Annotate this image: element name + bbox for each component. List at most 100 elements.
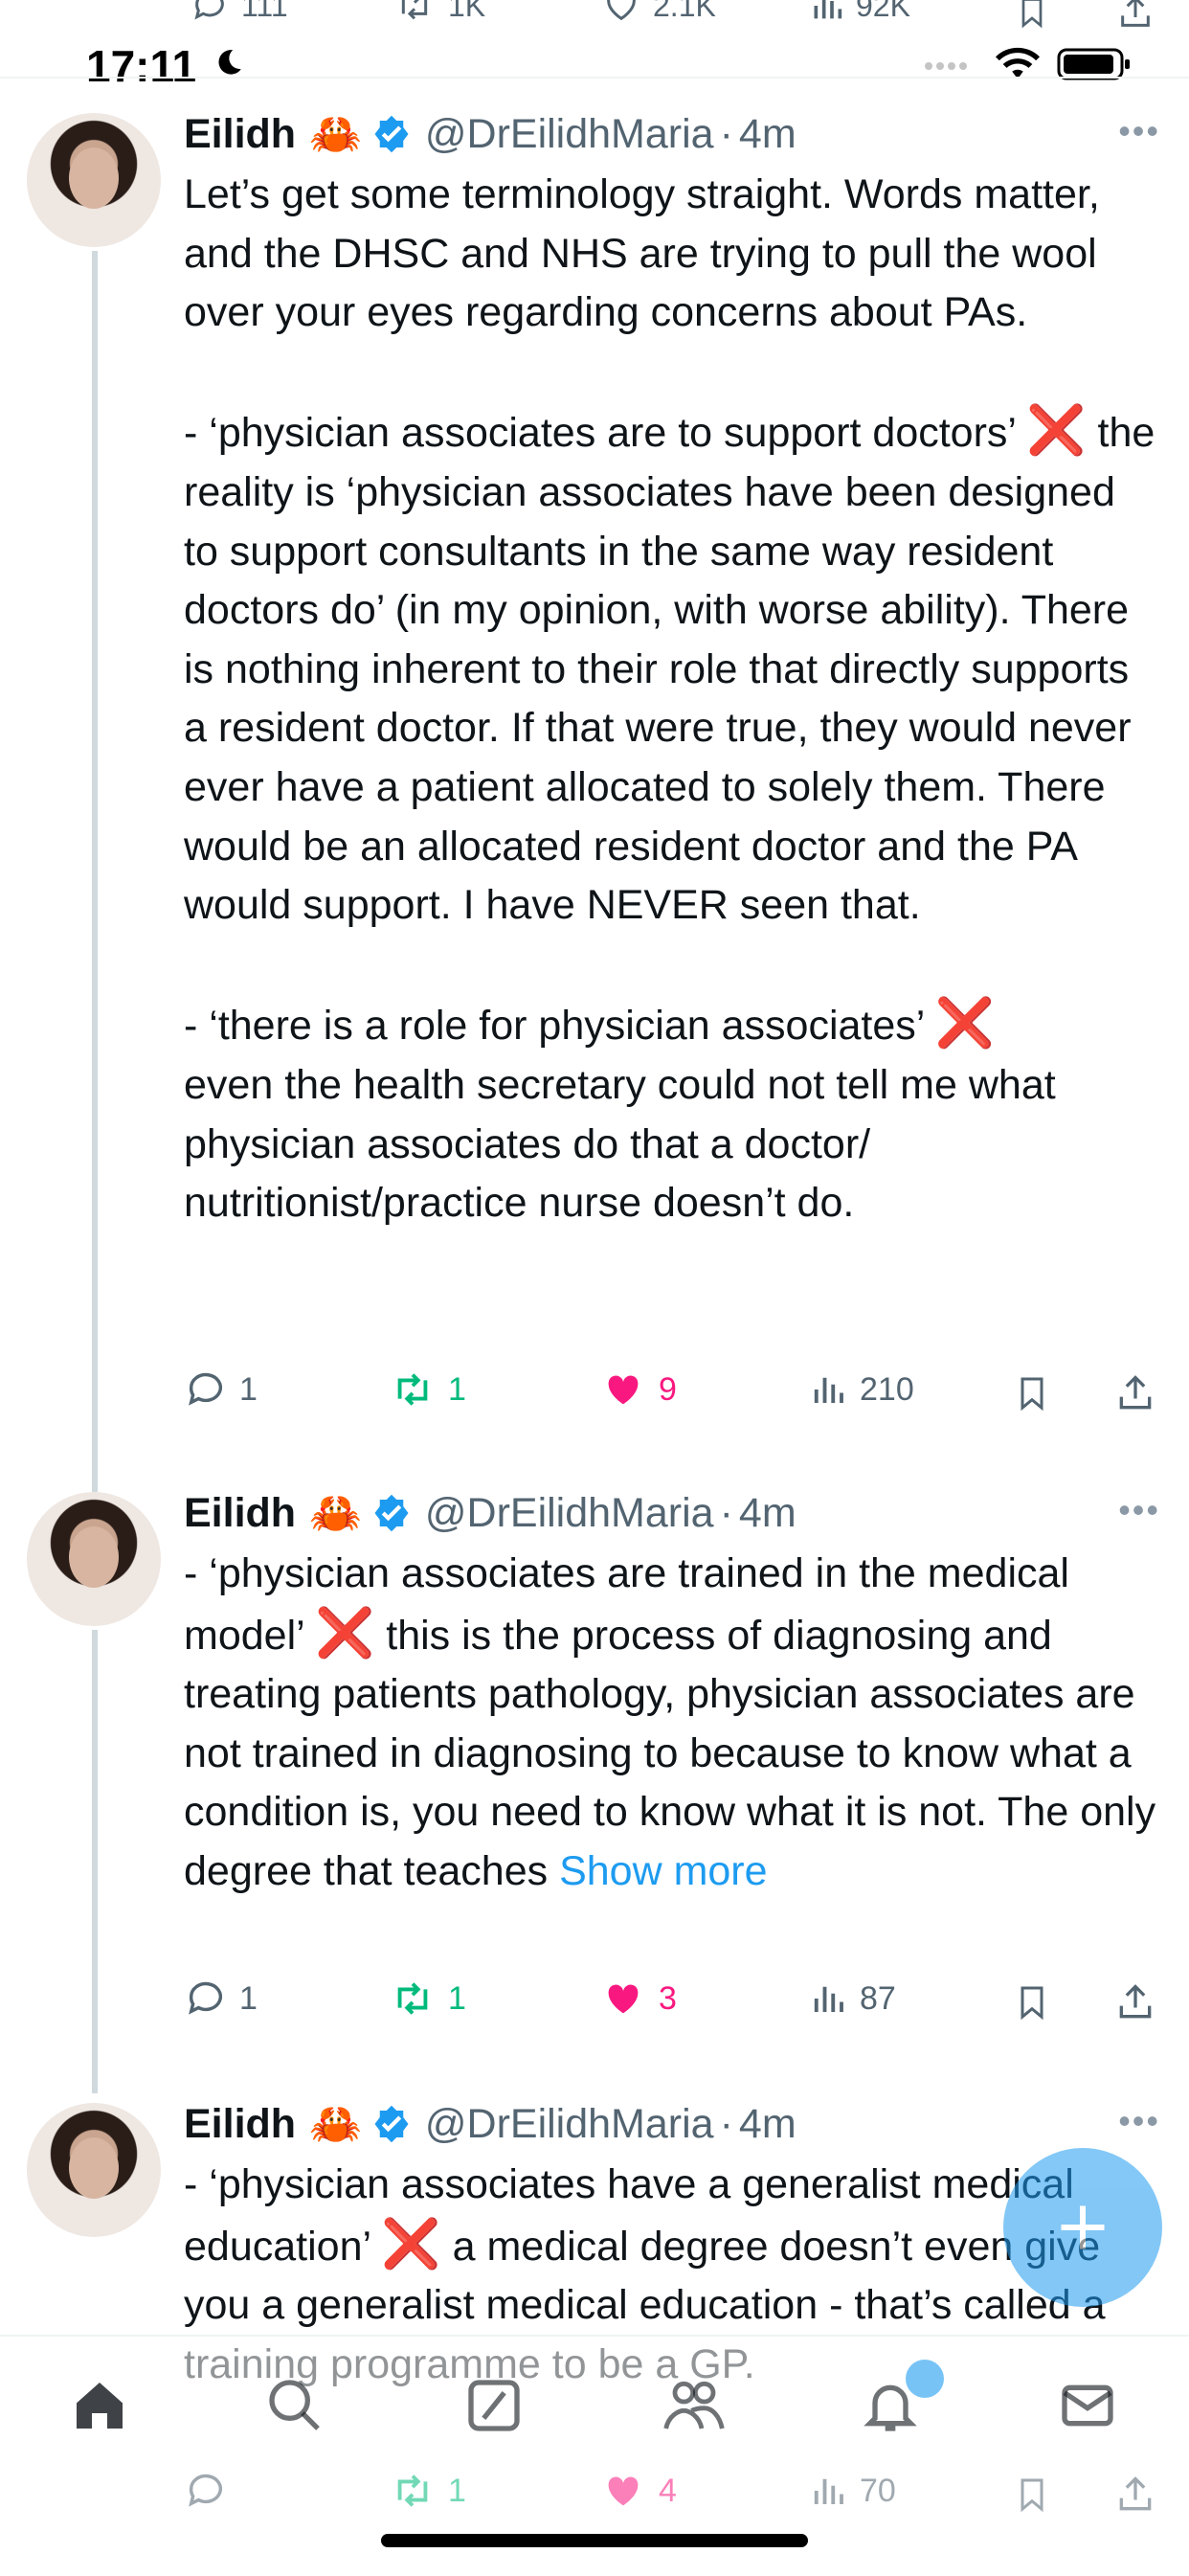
reply-icon [189, 1372, 223, 1406]
more-options-icon[interactable]: ••• [1118, 1490, 1160, 1530]
text-segment: even the health secretary could not tell… [184, 1061, 1056, 1227]
thread-line [92, 251, 98, 1492]
views-count: 70 [860, 2472, 896, 2509]
search-icon[interactable] [264, 2375, 325, 2436]
bookmark-icon[interactable] [1013, 1978, 1051, 2026]
crab-emoji: 🦀 [309, 111, 362, 158]
avatar[interactable] [27, 113, 161, 247]
views-button[interactable]: 210 [808, 1367, 914, 1412]
plus-icon [1061, 2205, 1105, 2249]
communities-icon[interactable] [661, 2375, 728, 2436]
verified-badge-icon [371, 2104, 412, 2144]
like-button[interactable]: 2.1K [599, 0, 716, 25]
notification-badge [906, 2360, 944, 2398]
retweet-icon [401, 0, 428, 20]
views-icon [814, 2478, 843, 2504]
tweet-text: - ‘physician associates are trained in t… [184, 1545, 1160, 1902]
like-count: 3 [659, 1979, 677, 2017]
cross-mark-emoji: ❌ [381, 2216, 441, 2271]
like-button[interactable]: 9 [599, 1367, 677, 1412]
tweet-actions: 1 1 3 87 [184, 1977, 1160, 2034]
retweet-button[interactable]: 1 [389, 2469, 466, 2513]
views-button[interactable]: 87 [808, 1977, 896, 2021]
status-time: 17:11 [86, 41, 197, 91]
verified-badge-icon [371, 114, 412, 154]
messages-icon[interactable] [1057, 2375, 1118, 2436]
reply-count: 111 [241, 0, 288, 23]
bookmark-icon[interactable] [1013, 1369, 1051, 1417]
retweet-icon [397, 1982, 428, 2015]
author-name[interactable]: Eilidh [184, 1490, 296, 1537]
retweet-button[interactable]: 1 [389, 1367, 466, 1412]
reply-count: 1 [239, 1979, 258, 2017]
views-count: 92K [856, 0, 910, 23]
retweet-count: 1 [448, 1979, 466, 2017]
more-options-icon[interactable]: ••• [1118, 2101, 1160, 2141]
views-button[interactable]: 92K [808, 0, 910, 25]
views-icon [814, 1377, 843, 1403]
retweet-icon [397, 1373, 428, 1406]
reply-button[interactable] [184, 2469, 239, 2513]
views-icon [814, 0, 842, 19]
retweet-count: 1K [448, 0, 486, 23]
crab-emoji: 🦀 [309, 1490, 362, 1537]
cross-mark-emoji: ❌ [934, 996, 995, 1051]
share-icon[interactable] [1114, 2471, 1156, 2519]
cellular-signal-icon [925, 62, 967, 70]
views-icon [814, 1986, 843, 2012]
author-handle[interactable]: @DrEilidhMaria [425, 111, 714, 158]
reply-button[interactable]: 1 [184, 1977, 258, 2021]
show-more-link[interactable]: Show more [559, 1848, 767, 1894]
like-button[interactable]: 4 [599, 2469, 677, 2513]
retweet-count: 1 [448, 1370, 466, 1408]
reply-button[interactable]: 1 [184, 1367, 258, 1412]
bookmark-icon[interactable] [1015, 0, 1049, 34]
verified-badge-icon [371, 1493, 412, 1533]
like-count: 4 [659, 2472, 677, 2509]
tweet-header: Eilidh 🦀 @DrEilidhMaria · 4m [184, 1484, 796, 1542]
share-icon[interactable] [1116, 0, 1155, 34]
compose-button[interactable] [1003, 2148, 1162, 2307]
heart-icon [607, 0, 636, 21]
heart-icon [608, 2476, 639, 2506]
author-name[interactable]: Eilidh [184, 2101, 296, 2148]
reply-icon [194, 0, 224, 20]
author-handle[interactable]: @DrEilidhMaria [425, 2101, 714, 2148]
text-segment: Let’s get some terminology straight. Wor… [184, 171, 1100, 457]
views-button[interactable]: 70 [808, 2469, 896, 2513]
avatar[interactable] [27, 1492, 161, 1626]
home-indicator[interactable] [381, 2534, 808, 2547]
grok-icon[interactable] [463, 2375, 525, 2436]
retweet-button[interactable]: 1 [389, 1977, 466, 2021]
divider [0, 77, 1189, 79]
reply-icon [189, 2474, 223, 2507]
author-name[interactable]: Eilidh [184, 111, 296, 158]
like-count: 9 [659, 1370, 677, 1408]
reply-count: 1 [239, 1370, 258, 1408]
like-count: 2.1K [653, 0, 716, 23]
tweet-actions: 1 4 70 [184, 2469, 1160, 2526]
previous-tweet-actions: 111 1K 2.1K 92K [0, 0, 1189, 38]
reply-icon [189, 1981, 223, 2015]
like-button[interactable]: 3 [599, 1977, 677, 2021]
home-icon[interactable] [69, 2375, 130, 2436]
share-icon[interactable] [1114, 1369, 1156, 1417]
retweet-icon [397, 2474, 428, 2507]
tweet-header: Eilidh 🦀 @DrEilidhMaria · 4m [184, 2095, 796, 2153]
avatar[interactable] [27, 2103, 161, 2237]
tweet-age: 4m [738, 110, 796, 157]
separator: · [719, 1489, 733, 1536]
reply-button[interactable]: 111 [188, 0, 288, 25]
author-handle[interactable]: @DrEilidhMaria [425, 1490, 714, 1537]
retweet-button[interactable]: 1K [391, 0, 485, 25]
views-count: 210 [860, 1370, 914, 1408]
share-icon[interactable] [1114, 1978, 1156, 2026]
more-options-icon[interactable]: ••• [1118, 111, 1160, 151]
tweet-age: 4m [738, 2100, 796, 2147]
cross-mark-emoji: ❌ [1026, 403, 1087, 458]
heart-icon [608, 1375, 639, 1405]
retweet-count: 1 [448, 2472, 466, 2509]
bookmark-icon[interactable] [1013, 2471, 1051, 2519]
tweet-header: Eilidh 🦀 @DrEilidhMaria · 4m [184, 105, 796, 163]
text-segment: the reality is ‘physician associates hav… [184, 410, 1155, 1050]
